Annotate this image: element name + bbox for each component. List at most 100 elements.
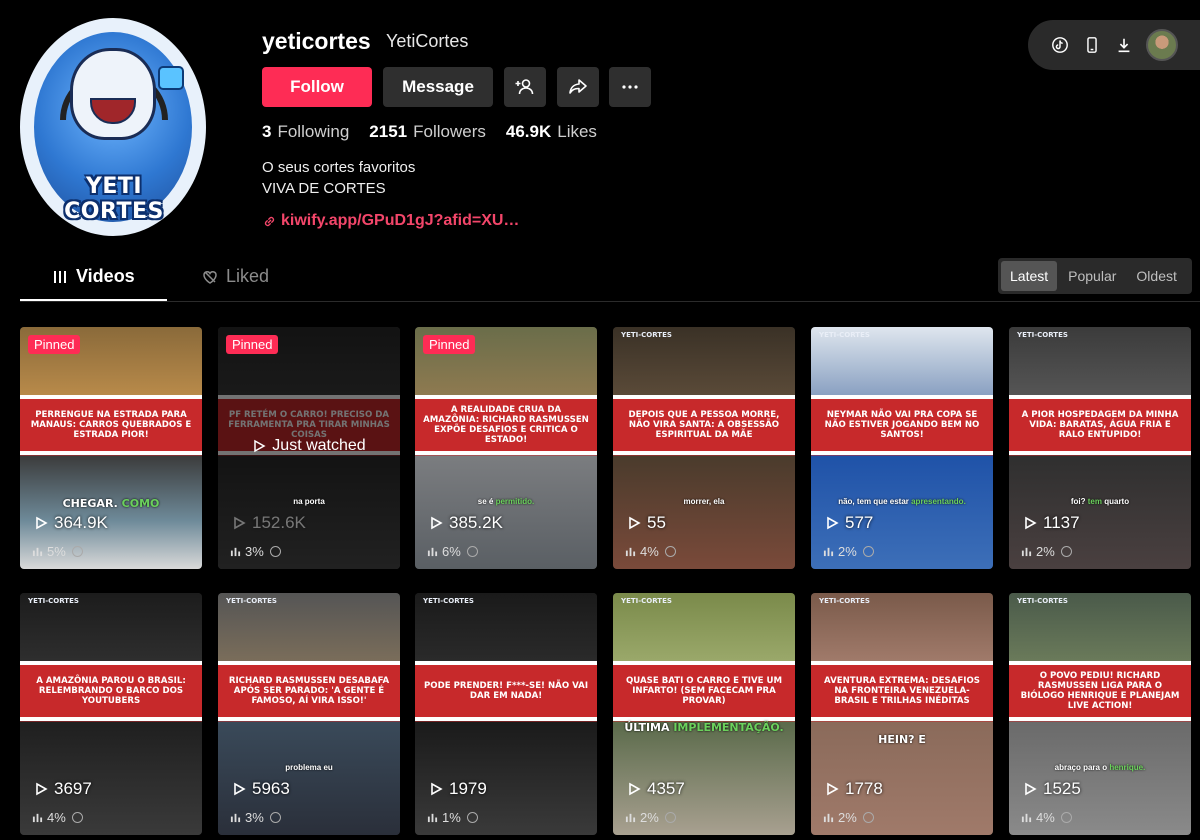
bio-line: O seus cortes favoritos [262,159,416,176]
grid-icon [54,270,66,283]
video-card[interactable]: YETI-CORTES RICHARD RASMUSSEN DESABAFA AP… [218,593,400,835]
bio: O seus cortes favoritos VIVA DE CORTES [262,157,415,199]
video-card[interactable]: YETI-CORTES O POVO PEDIU! RICHARD RASMUSS… [1009,593,1191,835]
sort-selector: Latest Popular Oldest [998,258,1192,294]
info-icon[interactable] [466,546,478,557]
info-icon[interactable] [664,546,676,557]
video-title-band: DEPOIS QUE A PESSOA MORRE, NÃO VIRA SANT… [613,395,795,455]
follow-button[interactable]: Follow [262,67,372,107]
brand-watermark: YETI-CORTES [621,331,672,339]
engagement-rate: 6% [427,544,478,559]
download-icon[interactable] [1108,29,1140,61]
video-caption: se é permitido. [477,497,535,506]
info-icon[interactable] [862,812,874,823]
video-card[interactable]: YETI-CORTES DEPOIS QUE A PESSOA MORRE, NÃ… [613,327,795,569]
video-card[interactable]: YETI-CORTES PODE PRENDER! F***-SE! NÃO VA… [415,593,597,835]
sort-popular[interactable]: Popular [1059,261,1125,291]
engagement-rate: 1% [427,810,478,825]
info-icon[interactable] [664,812,676,823]
view-count: 364.9K [34,513,108,533]
profile-link[interactable]: kiwify.app/GPuD1gJ?afid=XU… [262,212,519,230]
video-card[interactable]: YETI-CORTES A AMAZÔNIA PAROU O BRASIL: RE… [20,593,202,835]
followers-stat[interactable]: 2151 Followers [369,122,486,142]
brand-watermark: YETI-CORTES [423,597,474,605]
video-title-band: PODE PRENDER! F***-SE! NÃO VAI DAR EM NA… [415,661,597,721]
phone-icon[interactable] [1076,29,1108,61]
video-title: PODE PRENDER! F***-SE! NÃO VAI DAR EM NA… [423,681,589,701]
username: yeticortes [262,28,371,54]
video-title-band: RICHARD RASMUSSEN DESABAFA APÓS SER PARA… [218,661,400,721]
tab-videos[interactable]: Videos [52,266,135,287]
video-caption: abraço para o henrique. [1054,763,1146,772]
video-caption: não, tem que estar apresentando. [838,497,966,506]
bar-chart-icon [625,547,636,557]
view-count: 577 [825,513,873,533]
top-toolbar [1028,20,1200,70]
info-icon[interactable] [269,812,281,823]
sort-oldest[interactable]: Oldest [1127,261,1185,291]
bar-chart-icon [823,813,834,823]
info-icon[interactable] [1060,546,1072,557]
profile-avatar: YETI CORTES [20,18,206,236]
video-caption: foi? tem quarto [1070,497,1130,506]
message-button[interactable]: Message [383,67,493,107]
video-card[interactable]: PF RETÉM O CARRO! PRECISO DA FERRAMENTA … [218,327,400,569]
play-icon [431,782,443,796]
video-caption: ÚLTIMA IMPLEMENTAÇÃO. [624,721,784,734]
video-card[interactable]: A REALIDADE CRUA DA AMAZÔNIA: RICHARD RA… [415,327,597,569]
video-caption: problema eu [285,763,333,772]
video-title: QUASE BATI O CARRO E TIVE UM INFARTO! (S… [625,676,783,706]
view-count: 5963 [232,779,290,799]
video-title-band: O POVO PEDIU! RICHARD RASMUSSEN LIGA PAR… [1009,661,1191,721]
brand-watermark: YETI-CORTES [819,331,870,339]
info-icon[interactable] [466,812,478,823]
view-count: 1525 [1023,779,1081,799]
info-icon[interactable] [862,546,874,557]
bar-chart-icon [230,547,241,557]
user-avatar[interactable] [1146,29,1178,61]
engagement-rate: 4% [32,810,83,825]
tab-underline [20,299,167,301]
engagement-rate: 2% [1021,544,1072,559]
video-title: RICHARD RASMUSSEN DESABAFA APÓS SER PARA… [228,676,390,706]
add-friend-button[interactable] [504,67,546,107]
engagement-rate: 5% [32,544,83,559]
following-stat[interactable]: 3 Following [262,122,349,142]
video-title-band: A REALIDADE CRUA DA AMAZÔNIA: RICHARD RA… [415,395,597,455]
share-icon [569,79,587,94]
video-title-band: PERRENGUE NA ESTRADA PARA MANAUS: CARROS… [20,395,202,455]
video-title-band: A PIOR HOSPEDAGEM DA MINHA VIDA: BARATAS… [1009,395,1191,455]
engagement-rate: 4% [625,544,676,559]
pinned-badge: Pinned [423,335,476,354]
video-title: A REALIDADE CRUA DA AMAZÔNIA: RICHARD RA… [423,405,589,445]
bar-chart-icon [32,547,43,557]
brand-watermark: YETI-CORTES [621,597,672,605]
video-title-band: AVENTURA EXTREMA: DESAFIOS NA FRONTEIRA … [811,661,993,721]
engagement-rate: 3% [230,544,281,559]
more-options-button[interactable] [609,67,651,107]
bar-chart-icon [625,813,636,823]
likes-stat: 46.9K Likes [505,122,597,141]
bar-chart-icon [32,813,43,823]
bio-line: VIVA DE CORTES [262,180,386,197]
video-card[interactable]: YETI-CORTES QUASE BATI O CARRO E TIVE UM … [613,593,795,835]
video-title-band: QUASE BATI O CARRO E TIVE UM INFARTO! (S… [613,661,795,721]
brand-watermark: YETI-CORTES [1017,597,1068,605]
video-card[interactable]: PERRENGUE NA ESTRADA PARA MANAUS: CARROS… [20,327,202,569]
play-icon [629,516,641,530]
info-icon[interactable] [269,546,281,557]
video-caption: CHEGAR. COMO [62,497,160,510]
info-icon[interactable] [1060,812,1072,823]
tab-liked[interactable]: Liked [202,266,269,287]
info-icon[interactable] [71,546,83,557]
tiktok-icon[interactable] [1044,29,1076,61]
sort-latest[interactable]: Latest [1001,261,1058,291]
video-card[interactable]: YETI-CORTES NEYMAR NÃO VAI PRA COPA SE NÃ… [811,327,993,569]
info-icon[interactable] [71,812,83,823]
share-button[interactable] [557,67,599,107]
nickname: YetiCortes [386,31,469,51]
play-icon [234,782,246,796]
video-card[interactable]: YETI-CORTES A PIOR HOSPEDAGEM DA MINHA VI… [1009,327,1191,569]
tabs-divider [20,301,1200,302]
video-card[interactable]: YETI-CORTES AVENTURA EXTREMA: DESAFIOS NA… [811,593,993,835]
